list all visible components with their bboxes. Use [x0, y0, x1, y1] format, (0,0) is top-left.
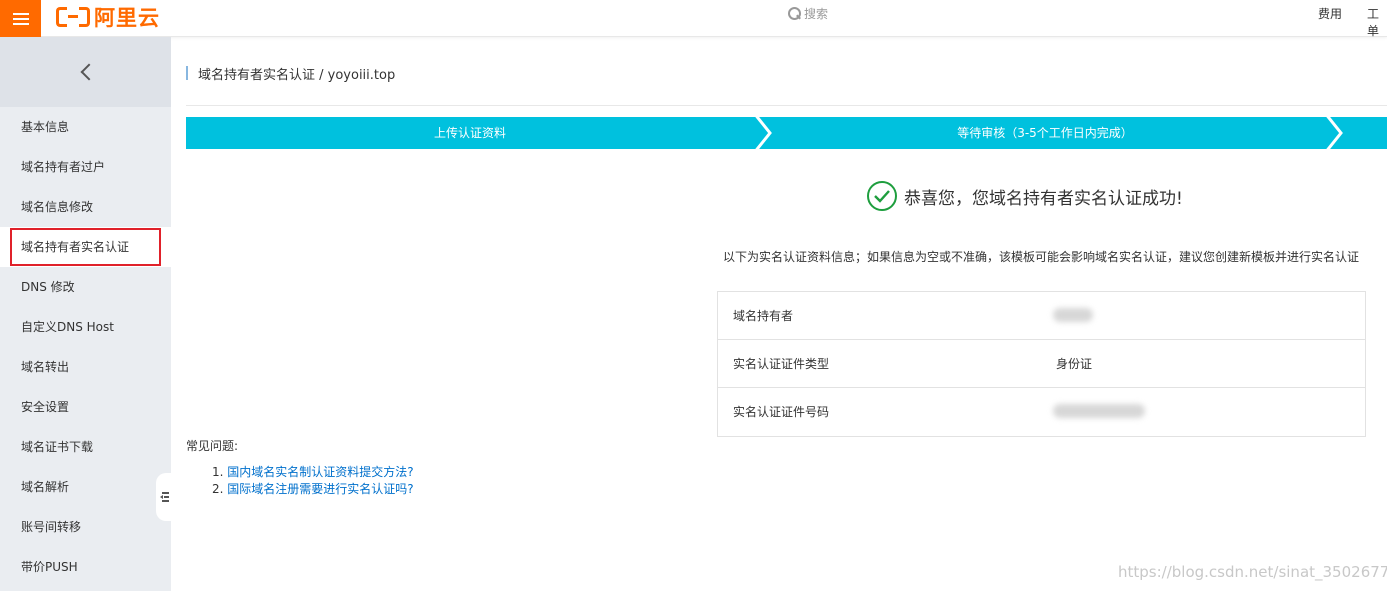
step-arrow-icon — [1323, 117, 1351, 149]
success-message: 恭喜您，您域名持有者实名认证成功! — [904, 188, 1183, 209]
blurred-value — [1053, 308, 1093, 322]
back-button[interactable] — [0, 37, 171, 107]
step-upload: 上传认证资料 — [433, 126, 506, 140]
collapse-menu-icon — [159, 492, 169, 502]
sidebar-item-push-with-price[interactable]: 带价PUSH — [0, 547, 171, 587]
info-table: 域名持有者 实名认证证件类型 身份证 实名认证证件号码 — [717, 291, 1366, 437]
sidebar-item-holder-transfer[interactable]: 域名持有者过户 — [0, 147, 171, 187]
info-key: 实名认证证件号码 — [733, 405, 830, 419]
sidebar-item-dns-resolve[interactable]: 域名解析 — [0, 467, 171, 507]
hamburger-icon — [12, 12, 29, 15]
sidebar-item-real-name-verify[interactable]: 域名持有者实名认证 — [0, 227, 171, 267]
top-link-tickets[interactable]: 工单 — [1367, 5, 1387, 39]
sidebar-item-security[interactable]: 安全设置 — [0, 387, 171, 427]
sidebar-item-cert-download[interactable]: 域名证书下载 — [0, 427, 171, 467]
table-row: 实名认证证件号码 — [718, 388, 1365, 436]
faq-link[interactable]: 国际域名注册需要进行实名认证吗? — [227, 482, 413, 496]
blurred-value — [1053, 404, 1145, 418]
info-value: 身份证 — [1056, 357, 1093, 371]
sidebar-item-info-modify[interactable]: 域名信息修改 — [0, 187, 171, 227]
top-bar: 阿里云 搜索 费用 工单 — [0, 0, 1387, 39]
check-circle-icon — [866, 180, 898, 212]
sidebar-item-domain-transfer-out[interactable]: 域名转出 — [0, 347, 171, 387]
chevron-left-icon — [80, 63, 97, 81]
success-banner: 恭喜您，您域名持有者实名认证成功! — [866, 180, 1183, 212]
progress-steps: 上传认证资料 等待审核（3-5个工作日内完成） — [186, 117, 1387, 149]
table-row: 域名持有者 — [718, 292, 1365, 340]
search-icon — [788, 7, 801, 20]
faq-title: 常见问题: — [186, 439, 239, 453]
aliyun-logo[interactable]: 阿里云 — [56, 3, 160, 31]
sidebar-item-dns-modify[interactable]: DNS 修改 — [0, 267, 171, 307]
watermark: https://blog.csdn.net/sinat_35026778 — [1118, 563, 1387, 581]
table-row: 实名认证证件类型 身份证 — [718, 340, 1365, 388]
sidebar-item-basic-info[interactable]: 基本信息 — [0, 107, 171, 147]
info-key: 实名认证证件类型 — [733, 357, 830, 371]
highlight-box — [10, 228, 161, 266]
sidebar-item-custom-dns-host[interactable]: 自定义DNS Host — [0, 307, 171, 347]
sidebar-collapse-toggle[interactable] — [156, 473, 172, 521]
search-box[interactable]: 搜索 — [788, 5, 828, 21]
info-note: 以下为实名认证资料信息；如果信息为空或不准确，该模板可能会影响域名实名认证，建议… — [723, 250, 1360, 264]
divider — [186, 105, 1387, 106]
info-key: 域名持有者 — [733, 309, 794, 323]
faq-link[interactable]: 国内域名实名制认证资料提交方法? — [227, 465, 413, 479]
brand-name: 阿里云 — [94, 6, 160, 30]
step-review: 等待审核（3-5个工作日内完成） — [957, 126, 1133, 140]
aliyun-logo-icon — [56, 7, 90, 27]
search-placeholder: 搜索 — [804, 6, 829, 21]
list-item: 1. 国内域名实名制认证资料提交方法? — [212, 465, 414, 479]
sidebar-item-account-transfer[interactable]: 账号间转移 — [0, 507, 171, 547]
menu-button[interactable] — [0, 0, 41, 37]
sidebar: 基本信息 域名持有者过户 域名信息修改 域名持有者实名认证 DNS 修改 自定义… — [0, 37, 171, 591]
page-title: 域名持有者实名认证 / yoyoiii.top — [186, 65, 395, 83]
top-link-fees[interactable]: 费用 — [1318, 5, 1342, 22]
list-item: 2. 国际域名注册需要进行实名认证吗? — [212, 482, 414, 496]
faq-list: 1. 国内域名实名制认证资料提交方法? 2. 国际域名注册需要进行实名认证吗? — [212, 464, 414, 498]
